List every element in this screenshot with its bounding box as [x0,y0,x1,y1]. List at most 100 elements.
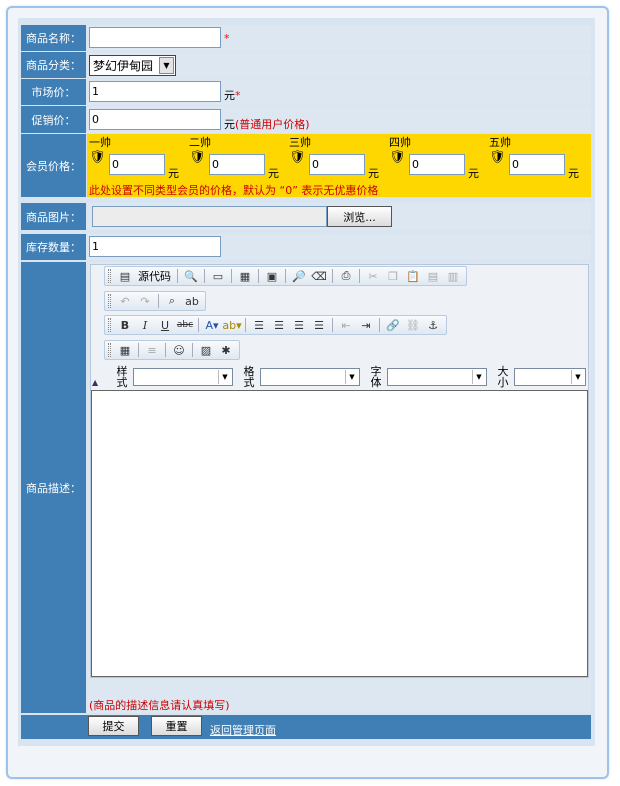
product-name-label: 商品名称： [21,25,86,51]
spellcheck-icon[interactable]: ab [183,293,201,309]
source-code-icon[interactable]: ▤ [116,268,134,284]
category-select[interactable]: 梦幻伊甸园 ▼ [89,55,176,76]
member-price-unit: 元 [168,167,179,180]
size-dropdown[interactable]: ▼ [514,368,586,386]
member-price-label: 会员价格： [21,134,86,197]
image-icon[interactable]: ▨ [197,342,215,358]
align-center-icon[interactable]: ☰ [270,317,288,333]
style-dropdown[interactable]: ▼ [133,368,233,386]
member-price-input[interactable] [509,154,565,175]
anchor-icon[interactable]: ⚓ [424,317,442,333]
reset-button[interactable]: 重置 [151,716,202,736]
row-promo-price: 促销价： 元(普通用户价格) [21,106,591,133]
member-price-input[interactable] [109,154,165,175]
text-color-icon[interactable]: A▾ [203,317,221,333]
binoculars-icon[interactable]: ⌕ [163,293,181,309]
flash-icon[interactable]: ✱ [217,342,235,358]
row-market-price: 市场价： 元* [21,79,591,105]
row-product-image: 商品图片： 浏览... [21,203,591,230]
editor-toolbar-row-4: ▦ ≡ ☺ ▨ ✱ [104,340,240,360]
format-dropdown[interactable]: ▼ [260,368,360,386]
stock-input[interactable] [89,236,221,257]
link-icon[interactable]: 🔗 [384,317,402,333]
italic-icon[interactable]: I [136,317,154,333]
copy-icon[interactable]: ❐ [384,268,402,284]
unlink-icon[interactable]: ⛓ [404,317,422,333]
product-name-input[interactable] [89,27,221,48]
font-label: 字体 [370,365,382,389]
horizontal-rule-icon[interactable]: ≡ [143,342,161,358]
row-product-name: 商品名称： * [21,25,591,51]
product-image-label: 商品图片： [21,203,86,230]
indent-icon[interactable]: ⇥ [357,317,375,333]
chevron-down-icon[interactable]: ▼ [472,370,485,384]
template-icon[interactable]: ▦ [236,268,254,284]
description-note: (商品的描述信息请认真填写) [89,699,230,712]
source-code-button[interactable]: 源代码 [135,268,174,284]
member-level-name: 四帅 [389,136,411,149]
member-price-unit: 元 [268,167,279,180]
member-level-name: 三帅 [289,136,311,149]
row-actions: 提交 重置 返回管理页面 [21,715,591,739]
category-selected-value: 梦幻伊甸园 [93,59,154,73]
required-mark: * [235,89,241,102]
collapse-toolbar-icon[interactable]: ▲ [92,378,98,387]
new-page-icon[interactable]: ▭ [209,268,227,284]
member-price-input[interactable] [209,154,265,175]
member-badge-icon: 🛡 [189,150,206,165]
select-all-icon[interactable]: ▣ [263,268,281,284]
promo-price-unit: 元 [224,118,235,131]
paste-icon[interactable]: 📋 [404,268,422,284]
print-icon[interactable]: ⎙ [337,268,355,284]
cut-icon[interactable]: ✂ [364,268,382,284]
row-stock: 库存数量： [21,234,591,260]
justify-icon[interactable]: ☰ [310,317,328,333]
row-member-price: 会员价格： 一帅 🛡 元 二帅 🛡 元 三帅 🛡 元 四帅 🛡 元 五帅 [21,134,591,197]
paste-text-icon[interactable]: ▤ [424,268,442,284]
find-icon[interactable]: 🔎 [290,268,308,284]
chevron-down-icon[interactable]: ▼ [571,370,584,384]
highlight-color-icon[interactable]: ab▾ [222,317,241,333]
member-level-name: 二帅 [189,136,211,149]
member-level-name: 一帅 [89,136,111,149]
redo-icon[interactable]: ↷ [136,293,154,309]
member-price-unit: 元 [468,167,479,180]
member-price-input[interactable] [309,154,365,175]
editor-content-area[interactable] [91,390,588,677]
style-label: 样式 [116,365,128,389]
editor-toolbar-row-2: ↶ ↷ ⌕ ab [104,291,206,311]
table-icon[interactable]: ▦ [116,342,134,358]
underline-icon[interactable]: U [156,317,174,333]
row-category: 商品分类： 梦幻伊甸园 ▼ [21,52,591,78]
chevron-down-icon[interactable]: ▼ [159,57,174,74]
undo-icon[interactable]: ↶ [116,293,134,309]
editor-toolbar-row-3: B I U abc A▾ ab▾ ☰ ☰ ☰ ☰ ⇤ ⇥ 🔗 ⛓ ⚓ [104,315,447,335]
image-path-input[interactable] [92,206,327,227]
eraser-icon[interactable]: ⌫ [310,268,328,284]
chevron-down-icon[interactable]: ▼ [218,370,231,384]
market-price-label: 市场价： [21,79,86,105]
align-right-icon[interactable]: ☰ [290,317,308,333]
member-badge-icon: 🛡 [489,150,506,165]
submit-button[interactable]: 提交 [88,716,139,736]
promo-price-input[interactable] [89,109,221,130]
member-price-unit: 元 [368,167,379,180]
bold-icon[interactable]: B [116,317,134,333]
member-price-unit: 元 [568,167,579,180]
strikethrough-icon[interactable]: abc [176,317,194,333]
browse-button[interactable]: 浏览... [327,206,392,227]
align-left-icon[interactable]: ☰ [250,317,268,333]
member-price-input[interactable] [409,154,465,175]
font-dropdown[interactable]: ▼ [387,368,487,386]
outdent-icon[interactable]: ⇤ [337,317,355,333]
smiley-icon[interactable]: ☺ [170,342,188,358]
paste-word-icon[interactable]: ▥ [444,268,462,284]
format-label: 格式 [243,365,255,389]
market-price-input[interactable] [89,81,221,102]
preview-icon[interactable]: 🔍 [182,268,200,284]
chevron-down-icon[interactable]: ▼ [345,370,358,384]
member-price-area: 一帅 🛡 元 二帅 🛡 元 三帅 🛡 元 四帅 🛡 元 五帅 🛡 元 [87,134,591,197]
description-label: 商品描述： [21,262,86,713]
back-to-admin-link[interactable]: 返回管理页面 [210,722,276,738]
stock-label: 库存数量： [21,234,86,260]
